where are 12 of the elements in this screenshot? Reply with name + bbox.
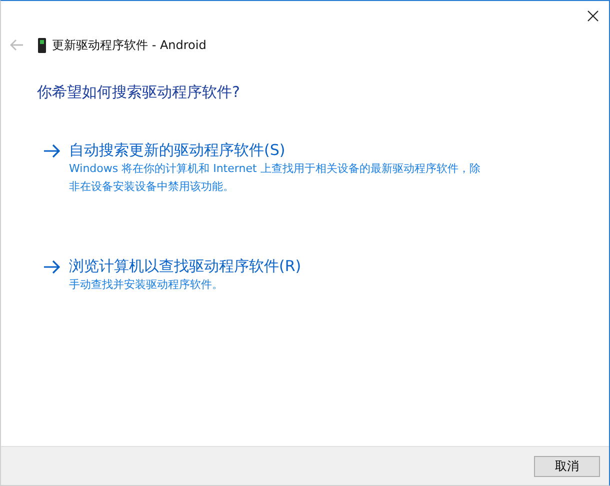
arrow-icon bbox=[43, 144, 61, 158]
back-arrow-icon bbox=[10, 39, 24, 51]
phone-icon bbox=[38, 38, 46, 52]
window-title: 更新驱动程序软件 - Android bbox=[52, 36, 206, 54]
option-link[interactable]: 自动搜索更新的驱动程序软件(S) bbox=[69, 140, 489, 160]
option-description: Windows 将在你的计算机和 Internet 上查找用于相关设备的最新驱动程序软件，除非在设备安装设备中禁用该功能。 bbox=[69, 161, 482, 195]
arrow-icon bbox=[43, 260, 61, 274]
cancel-button[interactable]: 取消 bbox=[534, 456, 600, 476]
page-heading: 你希望如何搜索驱动程序软件? bbox=[37, 83, 241, 102]
option-link[interactable]: 浏览计算机以查找驱动程序软件(R) bbox=[69, 256, 489, 276]
close-icon bbox=[587, 10, 599, 22]
option-description: 手动查找并安装驱动程序软件。 bbox=[69, 277, 224, 293]
